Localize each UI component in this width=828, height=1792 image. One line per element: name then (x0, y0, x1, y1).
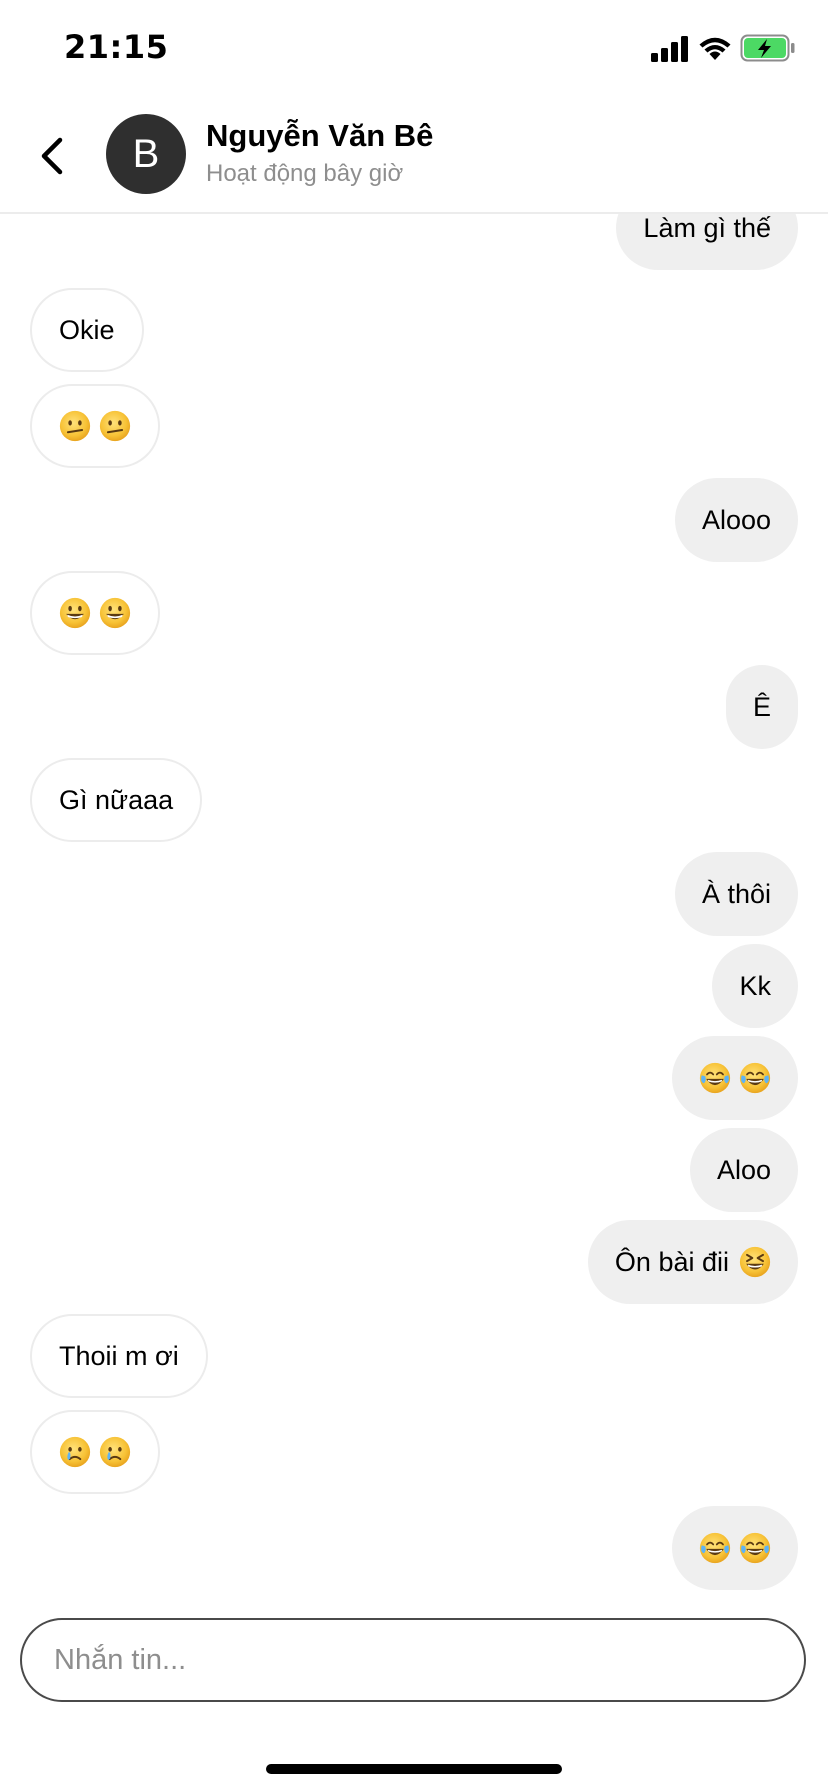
message-bubble-sent[interactable]: Làm gì thế (616, 214, 798, 270)
crying-face-icon (99, 1436, 131, 1468)
message-text: Okie (59, 314, 115, 345)
message-bubble-received[interactable] (30, 571, 160, 655)
laughing-squint-face-icon (739, 1246, 771, 1278)
tears-of-joy-face-icon (739, 1532, 771, 1564)
confused-face-icon (59, 410, 91, 442)
message-composer[interactable] (20, 1618, 806, 1702)
chat-header: B Nguyễn Văn Bê Hoạt động bây giờ (0, 100, 828, 214)
message-bubble-received[interactable] (30, 384, 160, 468)
home-indicator[interactable] (266, 1764, 562, 1774)
message-list[interactable]: Làm gì thế Okie Alooo Ê Gì nữaaa À thôi … (0, 214, 828, 1594)
grinning-face-icon (99, 597, 131, 629)
status-bar: 21:15 (0, 0, 828, 100)
message-text: Thoii m ơi (59, 1340, 179, 1371)
contact-status: Hoạt động bây giờ (206, 160, 404, 187)
status-time: 21:15 (64, 28, 169, 66)
message-bubble-received[interactable] (30, 1410, 160, 1494)
message-input[interactable] (52, 1642, 804, 1678)
crying-face-icon (59, 1436, 91, 1468)
wifi-icon (699, 37, 731, 60)
message-text: Làm gì thế (643, 214, 771, 243)
grinning-face-icon (59, 597, 91, 629)
avatar[interactable]: B (106, 114, 186, 194)
tears-of-joy-face-icon (699, 1532, 731, 1564)
confused-face-icon (99, 410, 131, 442)
message-text: Ê (752, 691, 771, 722)
message-bubble-received[interactable]: Gì nữaaa (30, 758, 203, 842)
battery-charging-icon (740, 34, 795, 62)
message-bubble-sent[interactable]: Kk (712, 944, 798, 1028)
message-text: À thôi (701, 878, 771, 909)
tears-of-joy-face-icon (739, 1062, 771, 1094)
message-bubble-sent[interactable] (672, 1506, 798, 1590)
message-text: Ôn bài đii (614, 1246, 729, 1277)
message-text: Gì nữaaa (59, 784, 174, 815)
tears-of-joy-face-icon (699, 1062, 731, 1094)
message-bubble-sent[interactable]: Ôn bài đii (587, 1220, 798, 1304)
message-bubble-sent[interactable]: Alooo (674, 478, 798, 562)
message-bubble-sent[interactable]: Aloo (689, 1128, 798, 1212)
signal-icon (651, 36, 688, 62)
message-bubble-received[interactable]: Thoii m ơi (30, 1314, 208, 1398)
message-bubble-sent[interactable]: Ê (725, 665, 798, 749)
message-bubble-received[interactable]: Okie (30, 288, 144, 372)
chevron-left-icon (41, 137, 63, 175)
contact-name[interactable]: Nguyễn Văn Bê (206, 118, 433, 154)
back-button[interactable] (30, 128, 74, 184)
message-text: Aloo (716, 1154, 771, 1185)
message-text: Alooo (701, 504, 771, 535)
message-bubble-sent[interactable] (672, 1036, 798, 1120)
message-bubble-sent[interactable]: À thôi (674, 852, 798, 936)
message-text: Kk (739, 970, 771, 1001)
